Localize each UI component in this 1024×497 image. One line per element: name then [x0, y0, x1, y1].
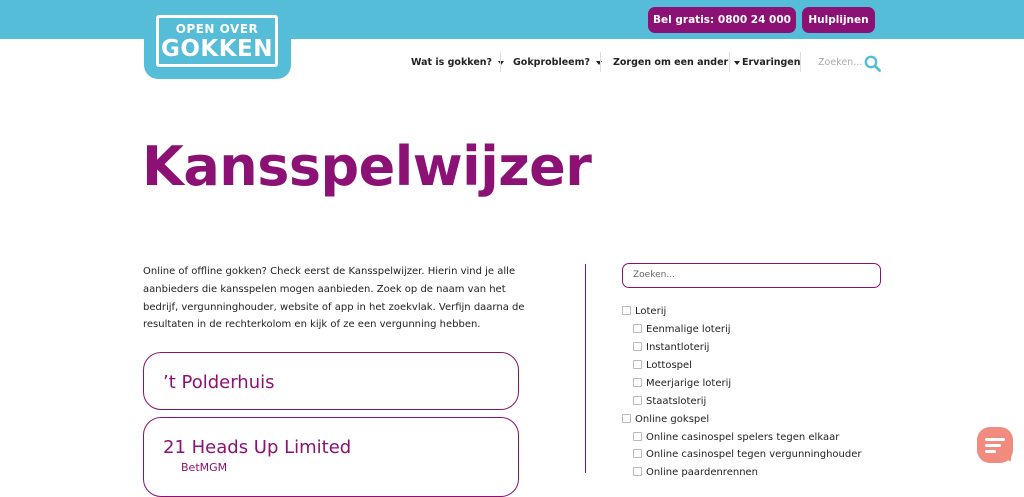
- filter-label: Lottospel: [646, 360, 692, 371]
- chevron-down-icon: [734, 60, 741, 65]
- checkbox[interactable]: [633, 360, 642, 369]
- nav-divider: [729, 52, 730, 72]
- chat-icon-line: [985, 438, 1005, 441]
- checkbox[interactable]: [622, 414, 631, 423]
- nav-divider: [800, 52, 801, 72]
- checkbox[interactable]: [633, 342, 642, 351]
- checkbox[interactable]: [622, 306, 631, 315]
- result-card-title: ’t Polderhuis: [163, 372, 275, 393]
- filter-label: Meerjarige loterij: [646, 378, 732, 389]
- nav-item-ervaringen[interactable]: Ervaringen: [742, 56, 801, 70]
- intro-text: Online of offline gokken? Check eerst de…: [143, 266, 525, 331]
- logo-text-line2: GOKKEN: [160, 36, 274, 62]
- chat-icon-line: [985, 444, 1001, 447]
- page-title: Kansspelwijzer: [142, 135, 592, 198]
- checkbox[interactable]: [633, 324, 642, 333]
- checkbox[interactable]: [633, 396, 642, 405]
- result-card[interactable]: 21 Heads Up Limited BetMGM: [143, 417, 519, 497]
- filter-label: Staatsloterij: [646, 396, 707, 407]
- filter-checkbox-casino-spelers[interactable]: Online casinospel spelers tegen elkaar: [633, 431, 839, 445]
- filter-checkbox-online-gokspel[interactable]: Online gokspel: [622, 413, 709, 427]
- logo-text-line1: OPEN OVER: [175, 22, 259, 36]
- checkbox[interactable]: [633, 467, 642, 476]
- filter-checkbox-paardenrennen[interactable]: Online paardenrennen: [633, 466, 758, 480]
- filter-checkbox-loterij[interactable]: Loterij: [622, 305, 666, 319]
- nav-item-label: Ervaringen: [742, 57, 801, 68]
- chevron-down-icon: [498, 60, 505, 65]
- result-card[interactable]: ’t Polderhuis: [143, 352, 519, 410]
- filter-label: Loterij: [635, 306, 667, 317]
- search-icon[interactable]: [864, 55, 881, 72]
- chat-icon-line: [985, 450, 996, 453]
- filter-search-input[interactable]: Zoeken...: [622, 263, 881, 288]
- result-card-title: 21 Heads Up Limited: [163, 437, 352, 458]
- checkbox[interactable]: [633, 432, 642, 441]
- nav-divider: [500, 52, 501, 72]
- filter-label: Eenmalige loterij: [646, 324, 731, 335]
- filter-checkbox-staatsloterij[interactable]: Staatsloterij: [633, 395, 706, 409]
- filter-label: Online gokspel: [635, 414, 710, 425]
- helplines-button[interactable]: Hulplijnen: [802, 7, 875, 33]
- filter-label: Online casinospel tegen vergunninghouder: [646, 449, 862, 460]
- site-search-input[interactable]: Zoeken...: [818, 56, 862, 70]
- nav-divider: [600, 52, 601, 72]
- filter-checkbox-meerjarige-loterij[interactable]: Meerjarige loterij: [633, 377, 731, 391]
- filter-label: Instantloterij: [646, 342, 710, 353]
- filter-checkbox-eenmalige-loterij[interactable]: Eenmalige loterij: [633, 323, 731, 337]
- nav-item-label: Wat is gokken?: [411, 57, 493, 68]
- filter-checkbox-lottospel[interactable]: Lottospel: [633, 359, 692, 373]
- filter-checkbox-casino-vergunninghouder[interactable]: Online casinospel tegen vergunninghouder: [633, 448, 862, 462]
- nav-item-wat-is-gokken[interactable]: Wat is gokken?: [411, 56, 505, 70]
- call-button[interactable]: Bel gratis: 0800 24 000 22: [648, 7, 796, 52]
- result-card-subtitle: BetMGM: [181, 461, 228, 474]
- logo[interactable]: OPEN OVER GOKKEN: [144, 0, 291, 79]
- column-divider: [585, 264, 586, 473]
- filter-checkbox-instantloterij[interactable]: Instantloterij: [633, 341, 709, 355]
- checkbox[interactable]: [633, 378, 642, 387]
- checkbox[interactable]: [633, 449, 642, 458]
- nav-item-gokprobleem[interactable]: Gokprobleem?: [513, 56, 603, 70]
- filter-label: Online casinospel spelers tegen elkaar: [646, 432, 840, 443]
- nav-item-label: Zorgen om een ander: [613, 57, 729, 68]
- nav-item-label: Gokprobleem?: [513, 57, 591, 68]
- logo-frame: OPEN OVER GOKKEN: [156, 15, 278, 67]
- chat-button[interactable]: [977, 427, 1013, 463]
- nav-item-zorgen-om-een-ander[interactable]: Zorgen om een ander: [613, 56, 741, 70]
